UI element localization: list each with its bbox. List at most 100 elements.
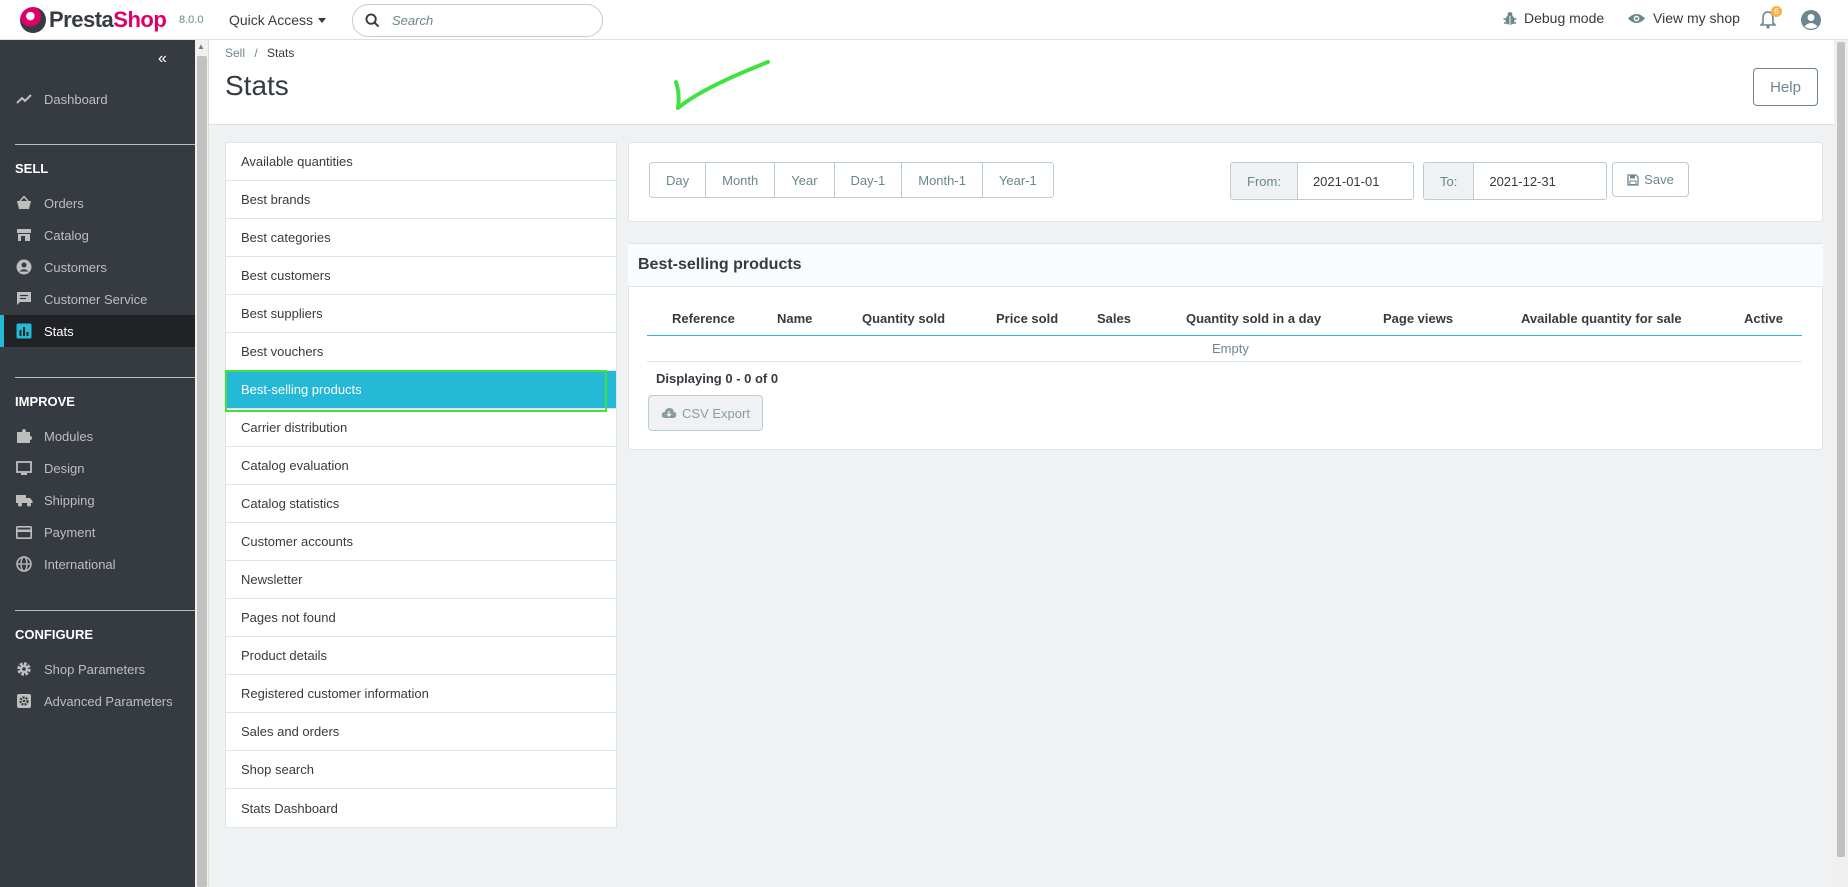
stats-module-item[interactable]: Catalog statistics — [226, 485, 616, 523]
shopping-basket-icon — [15, 194, 33, 212]
stats-module-item[interactable]: Customer accounts — [226, 523, 616, 561]
sidebar-item-dashboard[interactable]: Dashboard — [0, 83, 195, 115]
truck-icon — [15, 491, 33, 509]
column-header-quantity-sold-in-a-day[interactable]: Quantity sold in a day — [1186, 311, 1321, 326]
sidebar-item-shipping[interactable]: Shipping — [0, 484, 195, 516]
collapse-sidebar-icon[interactable]: « — [158, 50, 167, 68]
debug-mode-label: Debug mode — [1524, 10, 1605, 26]
table-empty-cell: Empty — [1212, 341, 1249, 356]
report-title: Best-selling products — [628, 244, 1823, 287]
top-header: PrestaShop 8.0.0 Quick Access Debug mode… — [0, 0, 1848, 40]
period-month-button[interactable]: Month — [706, 163, 776, 197]
annotation-checkmark-icon — [674, 60, 770, 110]
cloud-download-icon — [661, 408, 677, 418]
sidebar-item-design[interactable]: Design — [0, 452, 195, 484]
period-previous-day-button[interactable]: Day-1 — [834, 163, 903, 197]
stats-module-item[interactable]: Sales and orders — [226, 713, 616, 751]
stats-module-item[interactable]: Best vouchers — [226, 333, 616, 371]
table-header-divider — [647, 335, 1802, 336]
save-label: Save — [1644, 172, 1674, 187]
column-header-active[interactable]: Active — [1744, 311, 1783, 326]
save-date-button[interactable]: Save — [1612, 162, 1689, 197]
column-header-sales[interactable]: Sales — [1097, 311, 1131, 326]
puffin-logo-icon — [20, 7, 46, 33]
column-header-name[interactable]: Name — [777, 311, 812, 326]
search-box[interactable] — [352, 4, 603, 37]
bar-chart-icon — [15, 322, 33, 340]
section-title-improve: IMPROVE — [15, 394, 75, 409]
period-day-button[interactable]: Day — [650, 163, 707, 197]
period-button-group: Day Month Year Day-1 Month-1 Year-1 — [649, 162, 1054, 198]
date-from-field: From: — [1230, 162, 1414, 200]
breadcrumb: Sell / Stats — [225, 46, 294, 60]
sidebar-scrollbar-thumb[interactable] — [197, 56, 207, 887]
sidebar-item-shop-parameters[interactable]: Shop Parameters — [0, 653, 195, 685]
period-previous-year-button[interactable]: Year-1 — [982, 163, 1053, 197]
gear-icon — [15, 660, 33, 678]
column-header-available-quantity[interactable]: Available quantity for sale — [1521, 311, 1682, 326]
period-year-button[interactable]: Year — [775, 163, 835, 197]
sidebar-item-label: Shipping — [44, 492, 95, 508]
store-icon — [15, 226, 33, 244]
page-scrollbar-thumb[interactable] — [1837, 42, 1845, 857]
version-label: 8.0.0 — [179, 14, 204, 26]
help-button[interactable]: Help — [1753, 68, 1818, 106]
settings-box-icon — [15, 692, 33, 710]
stats-module-item[interactable]: Best customers — [226, 257, 616, 295]
section-title-sell: SELL — [15, 161, 49, 176]
stats-module-item[interactable]: Pages not found — [226, 599, 616, 637]
stats-module-item-active[interactable]: Best-selling products — [225, 370, 616, 412]
sidebar-item-orders[interactable]: Orders — [0, 187, 195, 219]
search-input[interactable] — [392, 13, 582, 28]
account-button[interactable] — [1800, 9, 1822, 31]
prestashop-logo[interactable]: PrestaShop — [20, 7, 167, 33]
divider — [15, 610, 195, 611]
breadcrumb-parent-link[interactable]: Sell — [225, 46, 245, 60]
sidebar-item-customer-service[interactable]: Customer Service — [0, 283, 195, 315]
sidebar-item-payment[interactable]: Payment — [0, 516, 195, 548]
date-from-input[interactable] — [1297, 163, 1413, 199]
quick-access-dropdown[interactable]: Quick Access — [229, 12, 327, 28]
view-my-shop-label: View my shop — [1653, 10, 1740, 26]
period-previous-month-button[interactable]: Month-1 — [902, 163, 983, 197]
sidebar-item-label: Shop Parameters — [44, 661, 146, 677]
sidebar-item-label: Design — [44, 460, 85, 476]
sidebar-item-stats[interactable]: Stats — [0, 315, 195, 347]
stats-module-item[interactable]: Shop search — [226, 751, 616, 789]
csv-export-button[interactable]: CSV Export — [648, 395, 763, 431]
sidebar-item-catalog[interactable]: Catalog — [0, 219, 195, 251]
stats-module-item[interactable]: Newsletter — [226, 561, 616, 599]
stats-module-item[interactable]: Best categories — [226, 219, 616, 257]
sidebar: « Dashboard SELL Orders Catalog Customer… — [0, 40, 195, 887]
stats-module-item[interactable]: Available quantities — [226, 143, 616, 181]
column-header-page-views[interactable]: Page views — [1383, 311, 1453, 326]
eye-icon — [1627, 13, 1646, 23]
column-header-price-sold[interactable]: Price sold — [996, 311, 1058, 326]
account-circle-icon — [15, 258, 33, 276]
column-header-reference[interactable]: Reference — [672, 311, 735, 326]
sidebar-item-customers[interactable]: Customers — [0, 251, 195, 283]
sidebar-item-label: Customers — [44, 259, 107, 275]
stats-module-item[interactable]: Stats Dashboard — [226, 789, 616, 827]
stats-module-item[interactable]: Product details — [226, 637, 616, 675]
stats-modules-list: Available quantities Best brands Best ca… — [225, 142, 617, 828]
stats-module-item[interactable]: Best brands — [226, 181, 616, 219]
sidebar-item-modules[interactable]: Modules — [0, 420, 195, 452]
table-row-divider — [647, 361, 1802, 362]
stats-module-item[interactable]: Registered customer information — [226, 675, 616, 713]
column-header-quantity-sold[interactable]: Quantity sold — [862, 311, 945, 326]
view-my-shop-link[interactable]: View my shop — [1627, 10, 1740, 26]
divider — [15, 144, 195, 145]
scroll-up-arrow-icon[interactable]: ▲ — [197, 42, 205, 51]
stats-module-item[interactable]: Carrier distribution — [226, 409, 616, 447]
sidebar-item-label: Dashboard — [44, 91, 108, 107]
breadcrumb-separator: / — [254, 46, 258, 60]
sidebar-item-international[interactable]: International — [0, 548, 195, 580]
debug-mode-link[interactable]: Debug mode — [1503, 10, 1604, 26]
sidebar-item-label: Catalog — [44, 227, 89, 243]
stats-module-item[interactable]: Best suppliers — [226, 295, 616, 333]
date-to-input[interactable] — [1474, 163, 1600, 199]
stats-module-item[interactable]: Catalog evaluation — [226, 447, 616, 485]
sidebar-item-advanced-parameters[interactable]: Advanced Parameters — [0, 685, 195, 717]
floppy-disk-icon — [1627, 173, 1639, 186]
